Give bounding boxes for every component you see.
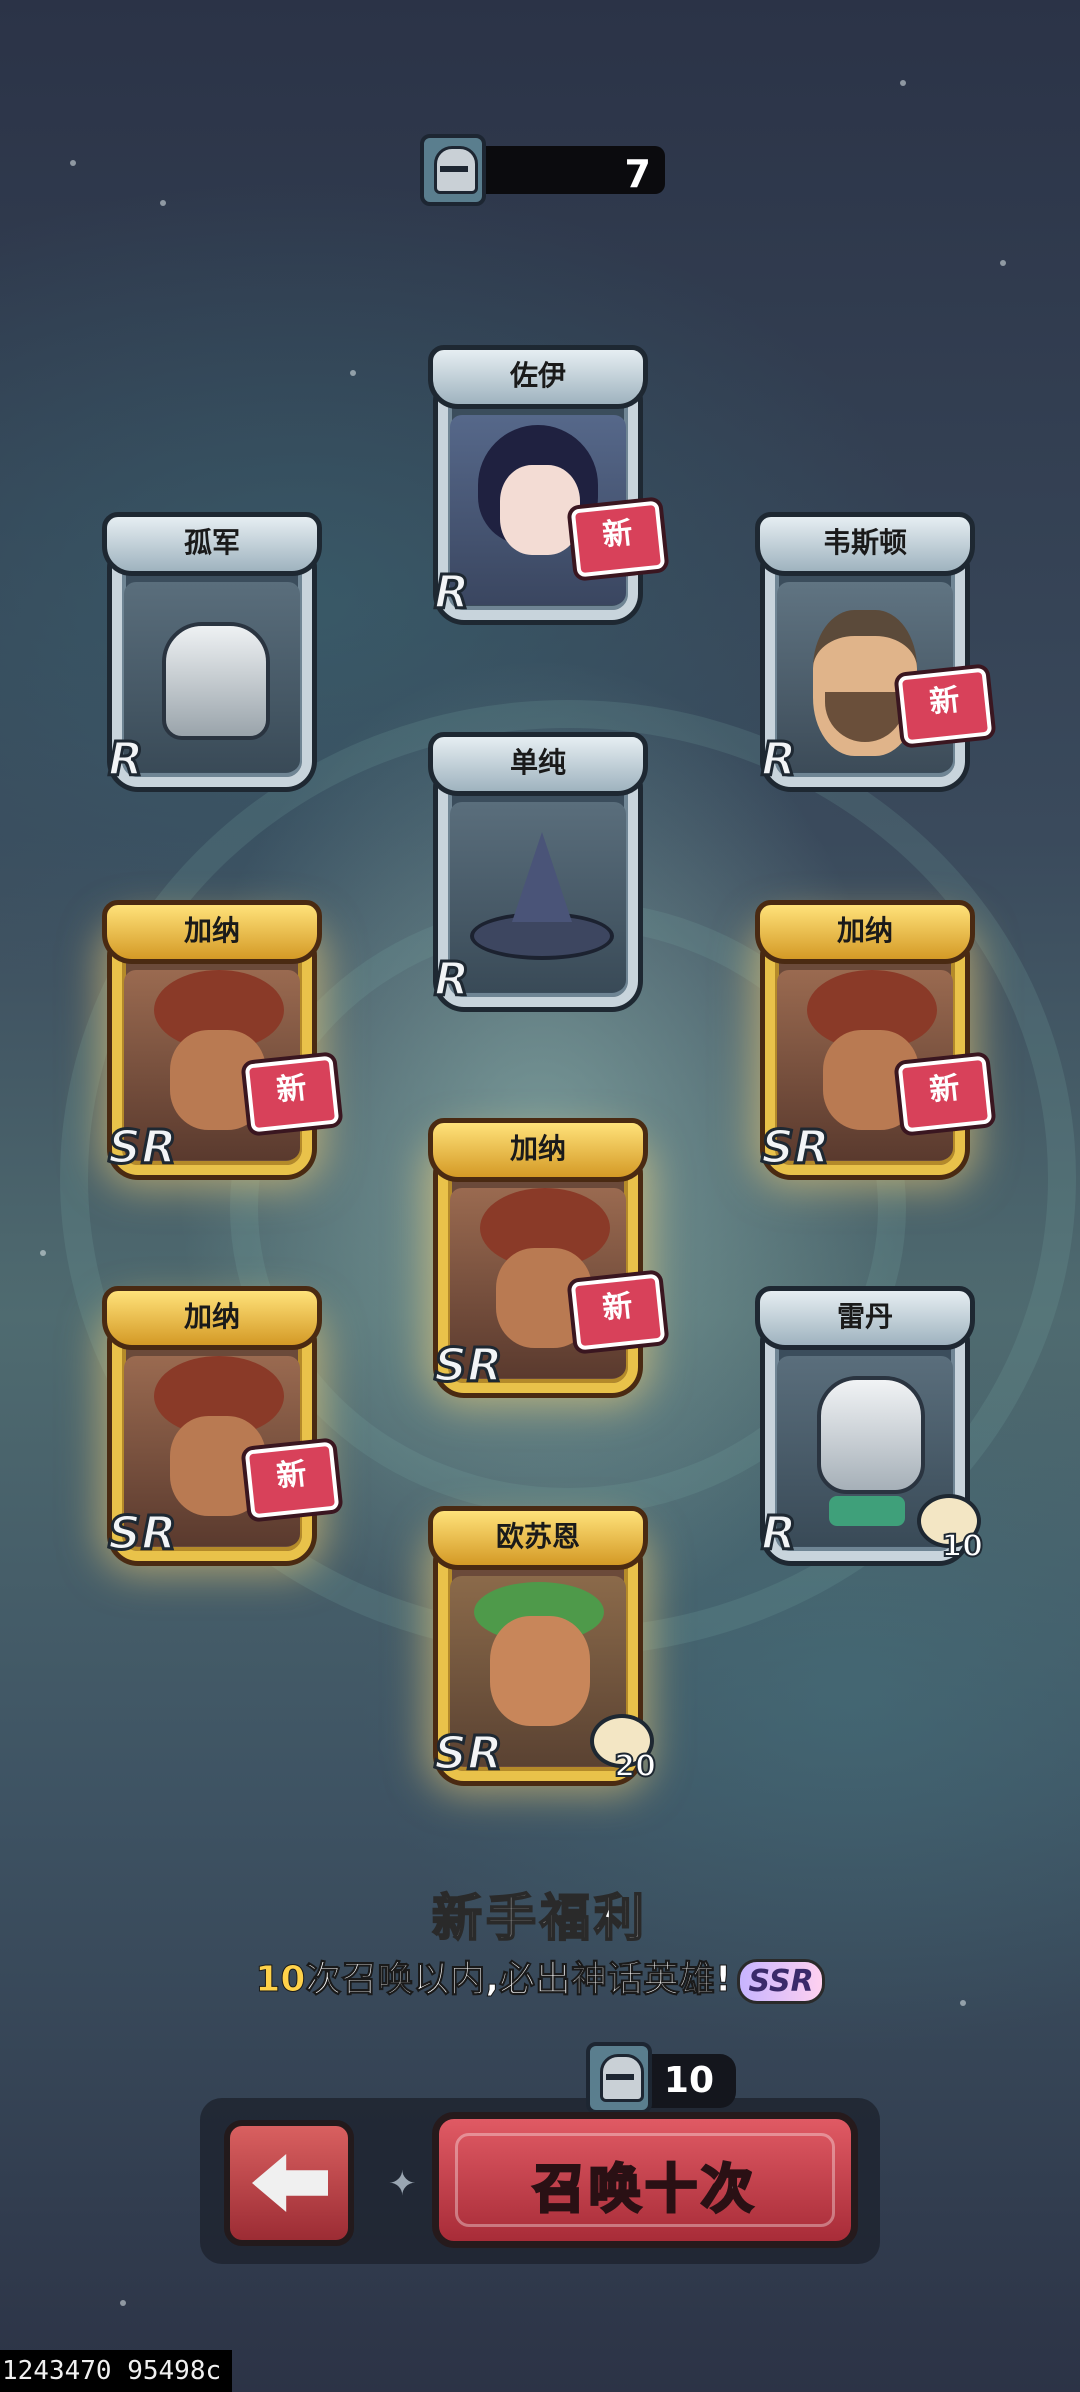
hero-name: 佐伊: [428, 345, 648, 409]
new-tag: 新: [897, 1055, 993, 1133]
hero-name: 加纳: [428, 1118, 648, 1182]
sparkle-icon: ✦: [388, 2164, 417, 2204]
hero-name: 欧苏恩: [428, 1506, 648, 1570]
currency-amount: 7: [624, 152, 651, 196]
hero-name: 雷丹: [755, 1286, 975, 1350]
rarity-label: R: [432, 951, 470, 1008]
summon-cost: 10: [586, 2042, 736, 2114]
hero-card[interactable]: 佐伊 R 新: [428, 345, 666, 627]
hero-card[interactable]: 加纳 SR 新: [428, 1118, 666, 1400]
hero-card[interactable]: 雷丹 R 10: [755, 1286, 984, 1568]
star: [900, 80, 906, 86]
hero-card[interactable]: 孤军 R: [102, 512, 322, 794]
hero-name: 加纳: [102, 1286, 322, 1350]
rarity-label: R: [759, 731, 797, 788]
summon-ten-label: 召唤十次: [531, 2159, 757, 2222]
hero-card[interactable]: 韦斯顿 R 新: [755, 512, 993, 794]
currency-pill: 7: [460, 146, 665, 196]
summon-ten-button[interactable]: 召唤十次: [432, 2112, 858, 2248]
rarity-label: R: [432, 564, 470, 621]
debug-id-label: 1243470 95498c: [0, 2350, 232, 2392]
promo-subtitle: 10次召唤以内,必出神话英雄! SSR: [0, 1950, 1080, 2004]
summon-cost-amount: 10: [663, 2060, 714, 2101]
hero-name: 加纳: [755, 900, 975, 964]
rarity-label: SR: [107, 1119, 179, 1176]
new-tag: 新: [244, 1055, 340, 1133]
star: [1000, 260, 1006, 266]
hero-card[interactable]: 加纳 SR 新: [755, 900, 993, 1182]
hero-card[interactable]: 单纯 R: [428, 732, 648, 1014]
promo-highlight: 10: [255, 1959, 306, 2001]
back-button[interactable]: [224, 2120, 354, 2246]
hero-portrait: [124, 582, 300, 772]
star: [120, 2300, 126, 2306]
rarity-label: SR: [433, 1337, 505, 1394]
star: [350, 370, 356, 376]
rarity-label: SR: [107, 1505, 179, 1562]
star: [70, 160, 76, 166]
rarity-label: SR: [760, 1119, 832, 1176]
helmet-ticket-icon: [420, 134, 486, 206]
helmet-ticket-icon: [586, 2042, 652, 2114]
promo-text: 次召唤以内,必出神话英雄!: [305, 1959, 732, 2001]
shard-count: 20: [613, 1748, 657, 1785]
new-tag: 新: [570, 500, 666, 578]
back-arrow-icon: [252, 2154, 328, 2212]
currency-display: 7: [420, 134, 670, 206]
hero-name: 加纳: [102, 900, 322, 964]
rarity-label: SR: [433, 1725, 505, 1782]
new-tag: 新: [244, 1441, 340, 1519]
rarity-label: R: [106, 731, 144, 788]
hero-card[interactable]: 欧苏恩 SR 20: [428, 1506, 657, 1788]
new-tag: 新: [570, 1273, 666, 1351]
hero-name: 单纯: [428, 732, 648, 796]
ssr-badge: SSR: [737, 1959, 825, 2004]
new-tag: 新: [897, 667, 993, 745]
rarity-label: R: [759, 1505, 797, 1562]
star: [160, 200, 166, 206]
hero-card[interactable]: 加纳 SR 新: [102, 1286, 340, 1568]
hero-card[interactable]: 加纳 SR 新: [102, 900, 340, 1182]
hero-name: 孤军: [102, 512, 322, 576]
duplicate-shard-badge: 10: [913, 1494, 984, 1565]
shard-count: 10: [940, 1528, 984, 1565]
hero-portrait: [450, 802, 626, 992]
star: [40, 1250, 46, 1256]
duplicate-shard-badge: 20: [586, 1714, 657, 1785]
promo-title: 新手福利: [431, 1888, 648, 1948]
hero-name: 韦斯顿: [755, 512, 975, 576]
